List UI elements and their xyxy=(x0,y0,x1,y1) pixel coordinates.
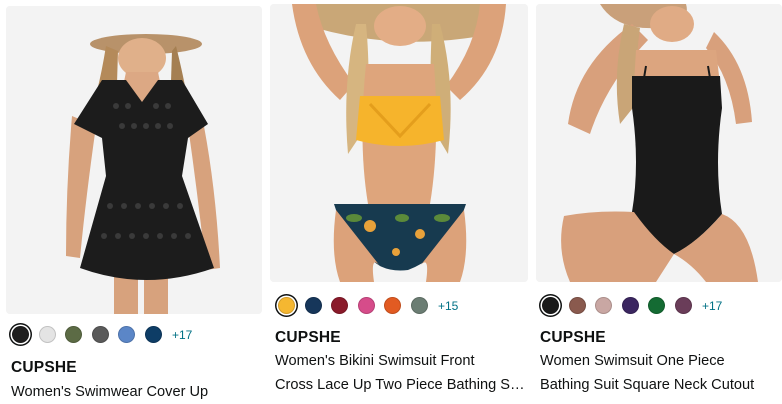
product-title-line: Cross Lace Up Two Piece Bathing Suit xyxy=(275,377,525,393)
color-swatches: +17 xyxy=(542,297,722,314)
more-colors-link[interactable]: +17 xyxy=(172,328,192,342)
color-swatch[interactable] xyxy=(331,297,348,314)
product-title-line: Women Swimsuit One Piece xyxy=(540,353,725,369)
product-image[interactable] xyxy=(536,4,782,282)
color-swatch[interactable] xyxy=(568,297,586,314)
brand-name: CUPSHE xyxy=(11,359,77,376)
product-title-link[interactable]: Women's Bikini Swimsuit Front Cross Lace… xyxy=(275,349,525,397)
color-swatch[interactable] xyxy=(357,297,375,314)
product-image[interactable] xyxy=(6,6,262,314)
color-swatch[interactable] xyxy=(621,297,639,314)
color-swatch[interactable] xyxy=(12,326,29,343)
color-swatch[interactable] xyxy=(91,326,109,343)
product-card[interactable]: +17 CUPSHE Women's Swimwear Cover Up xyxy=(0,0,262,402)
product-card[interactable]: +17 CUPSHE Women Swimsuit One Piece Bath… xyxy=(534,0,782,402)
color-swatch[interactable] xyxy=(304,297,322,314)
product-title-link[interactable]: Women Swimsuit One Piece Bathing Suit Sq… xyxy=(540,349,780,397)
color-swatches: +15 xyxy=(278,297,458,314)
more-colors-link[interactable]: +17 xyxy=(702,299,722,313)
color-swatch[interactable] xyxy=(118,326,135,343)
color-swatch[interactable] xyxy=(410,297,428,314)
product-title-line: Women's Bikini Swimsuit Front xyxy=(275,353,475,369)
more-colors-link[interactable]: +15 xyxy=(438,299,458,313)
color-swatch[interactable] xyxy=(65,326,82,343)
product-title-line: Women's Swimwear Cover Up xyxy=(11,384,209,400)
color-swatch[interactable] xyxy=(595,297,612,314)
product-image[interactable] xyxy=(270,4,528,282)
product-title-link[interactable]: Women's Swimwear Cover Up xyxy=(11,380,251,404)
color-swatch[interactable] xyxy=(674,297,692,314)
color-swatch[interactable] xyxy=(144,326,162,343)
color-swatch[interactable] xyxy=(38,326,56,343)
product-title-line: Bathing Suit Square Neck Cutout xyxy=(540,377,755,393)
color-swatch[interactable] xyxy=(384,297,401,314)
color-swatch[interactable] xyxy=(542,297,559,314)
color-swatch[interactable] xyxy=(648,297,665,314)
brand-name: CUPSHE xyxy=(275,329,341,346)
color-swatches: +17 xyxy=(12,326,192,343)
color-swatch[interactable] xyxy=(278,297,295,314)
brand-name: CUPSHE xyxy=(540,329,606,346)
product-card[interactable]: +15 CUPSHE Women's Bikini Swimsuit Front… xyxy=(268,0,528,402)
